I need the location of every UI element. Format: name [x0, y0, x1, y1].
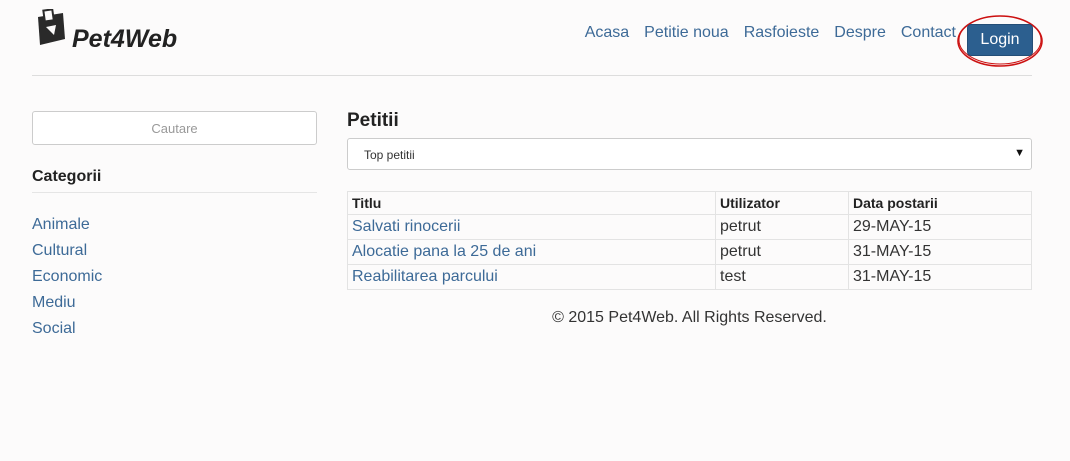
- caret-down-icon: ▼: [1014, 147, 1025, 159]
- login-button[interactable]: Login: [967, 24, 1033, 56]
- cell-user: test: [715, 264, 849, 290]
- footer-copyright: © 2015 Pet4Web. All Rights Reserved.: [552, 309, 827, 326]
- cell-user: petrut: [715, 239, 849, 265]
- nav-link-petitie-noua[interactable]: Petitie noua: [644, 24, 729, 42]
- petition-link[interactable]: Salvati rinocerii: [352, 218, 460, 235]
- cell-title: Alocatie pana la 25 de ani: [347, 239, 716, 265]
- category-item: Mediu: [32, 292, 102, 318]
- category-item: Social: [32, 318, 102, 344]
- category-item: Cultural: [32, 240, 102, 266]
- table-row: Reabilitarea parcului test 31-MAY-15: [347, 264, 1032, 290]
- brand-name: Pet4Web: [72, 25, 178, 53]
- category-link-animale[interactable]: Animale: [32, 216, 90, 233]
- table-row: Alocatie pana la 25 de ani petrut 31-MAY…: [347, 239, 1032, 265]
- nav-link-contact[interactable]: Contact: [901, 24, 956, 42]
- nav-link-rasfoieste[interactable]: Rasfoieste: [744, 24, 820, 42]
- petitions-table: Titlu Utilizator Data postarii Salvati r…: [347, 191, 1032, 290]
- category-item: Animale: [32, 214, 102, 240]
- page-title: Petitii: [347, 110, 399, 131]
- table-row: Salvati rinocerii petrut 29-MAY-15: [347, 214, 1032, 240]
- category-link-economic[interactable]: Economic: [32, 268, 102, 285]
- header-divider: [32, 75, 1032, 76]
- cell-date: 31-MAY-15: [848, 239, 1032, 265]
- nav-link-despre[interactable]: Despre: [834, 24, 886, 42]
- search-input[interactable]: [32, 111, 317, 145]
- categories-list: Animale Cultural Economic Mediu Social: [32, 214, 102, 344]
- category-link-social[interactable]: Social: [32, 320, 76, 337]
- cell-date: 29-MAY-15: [848, 214, 1032, 240]
- cell-user: petrut: [715, 214, 849, 240]
- category-link-cultural[interactable]: Cultural: [32, 242, 87, 259]
- column-header-utilizator: Utilizator: [715, 191, 849, 215]
- categories-divider: [32, 192, 317, 193]
- sort-select[interactable]: Top petitii ▼: [347, 138, 1032, 170]
- nav-link-acasa[interactable]: Acasa: [585, 24, 629, 42]
- column-header-titlu: Titlu: [347, 191, 716, 215]
- cell-title: Reabilitarea parcului: [347, 264, 716, 290]
- petition-link[interactable]: Reabilitarea parcului: [352, 268, 498, 285]
- category-item: Economic: [32, 266, 102, 292]
- petition-tag-icon: [38, 9, 65, 45]
- column-header-data: Data postarii: [848, 191, 1032, 215]
- category-link-mediu[interactable]: Mediu: [32, 294, 76, 311]
- categories-heading: Categorii: [32, 168, 102, 185]
- cell-title: Salvati rinocerii: [347, 214, 716, 240]
- cell-date: 31-MAY-15: [848, 264, 1032, 290]
- sort-select-value: Top petitii: [364, 148, 415, 162]
- login-area: Login: [956, 14, 1044, 68]
- brand-logo[interactable]: Pet4Web: [32, 9, 178, 53]
- petition-link[interactable]: Alocatie pana la 25 de ani: [352, 243, 536, 260]
- table-header-row: Titlu Utilizator Data postarii: [347, 191, 1032, 215]
